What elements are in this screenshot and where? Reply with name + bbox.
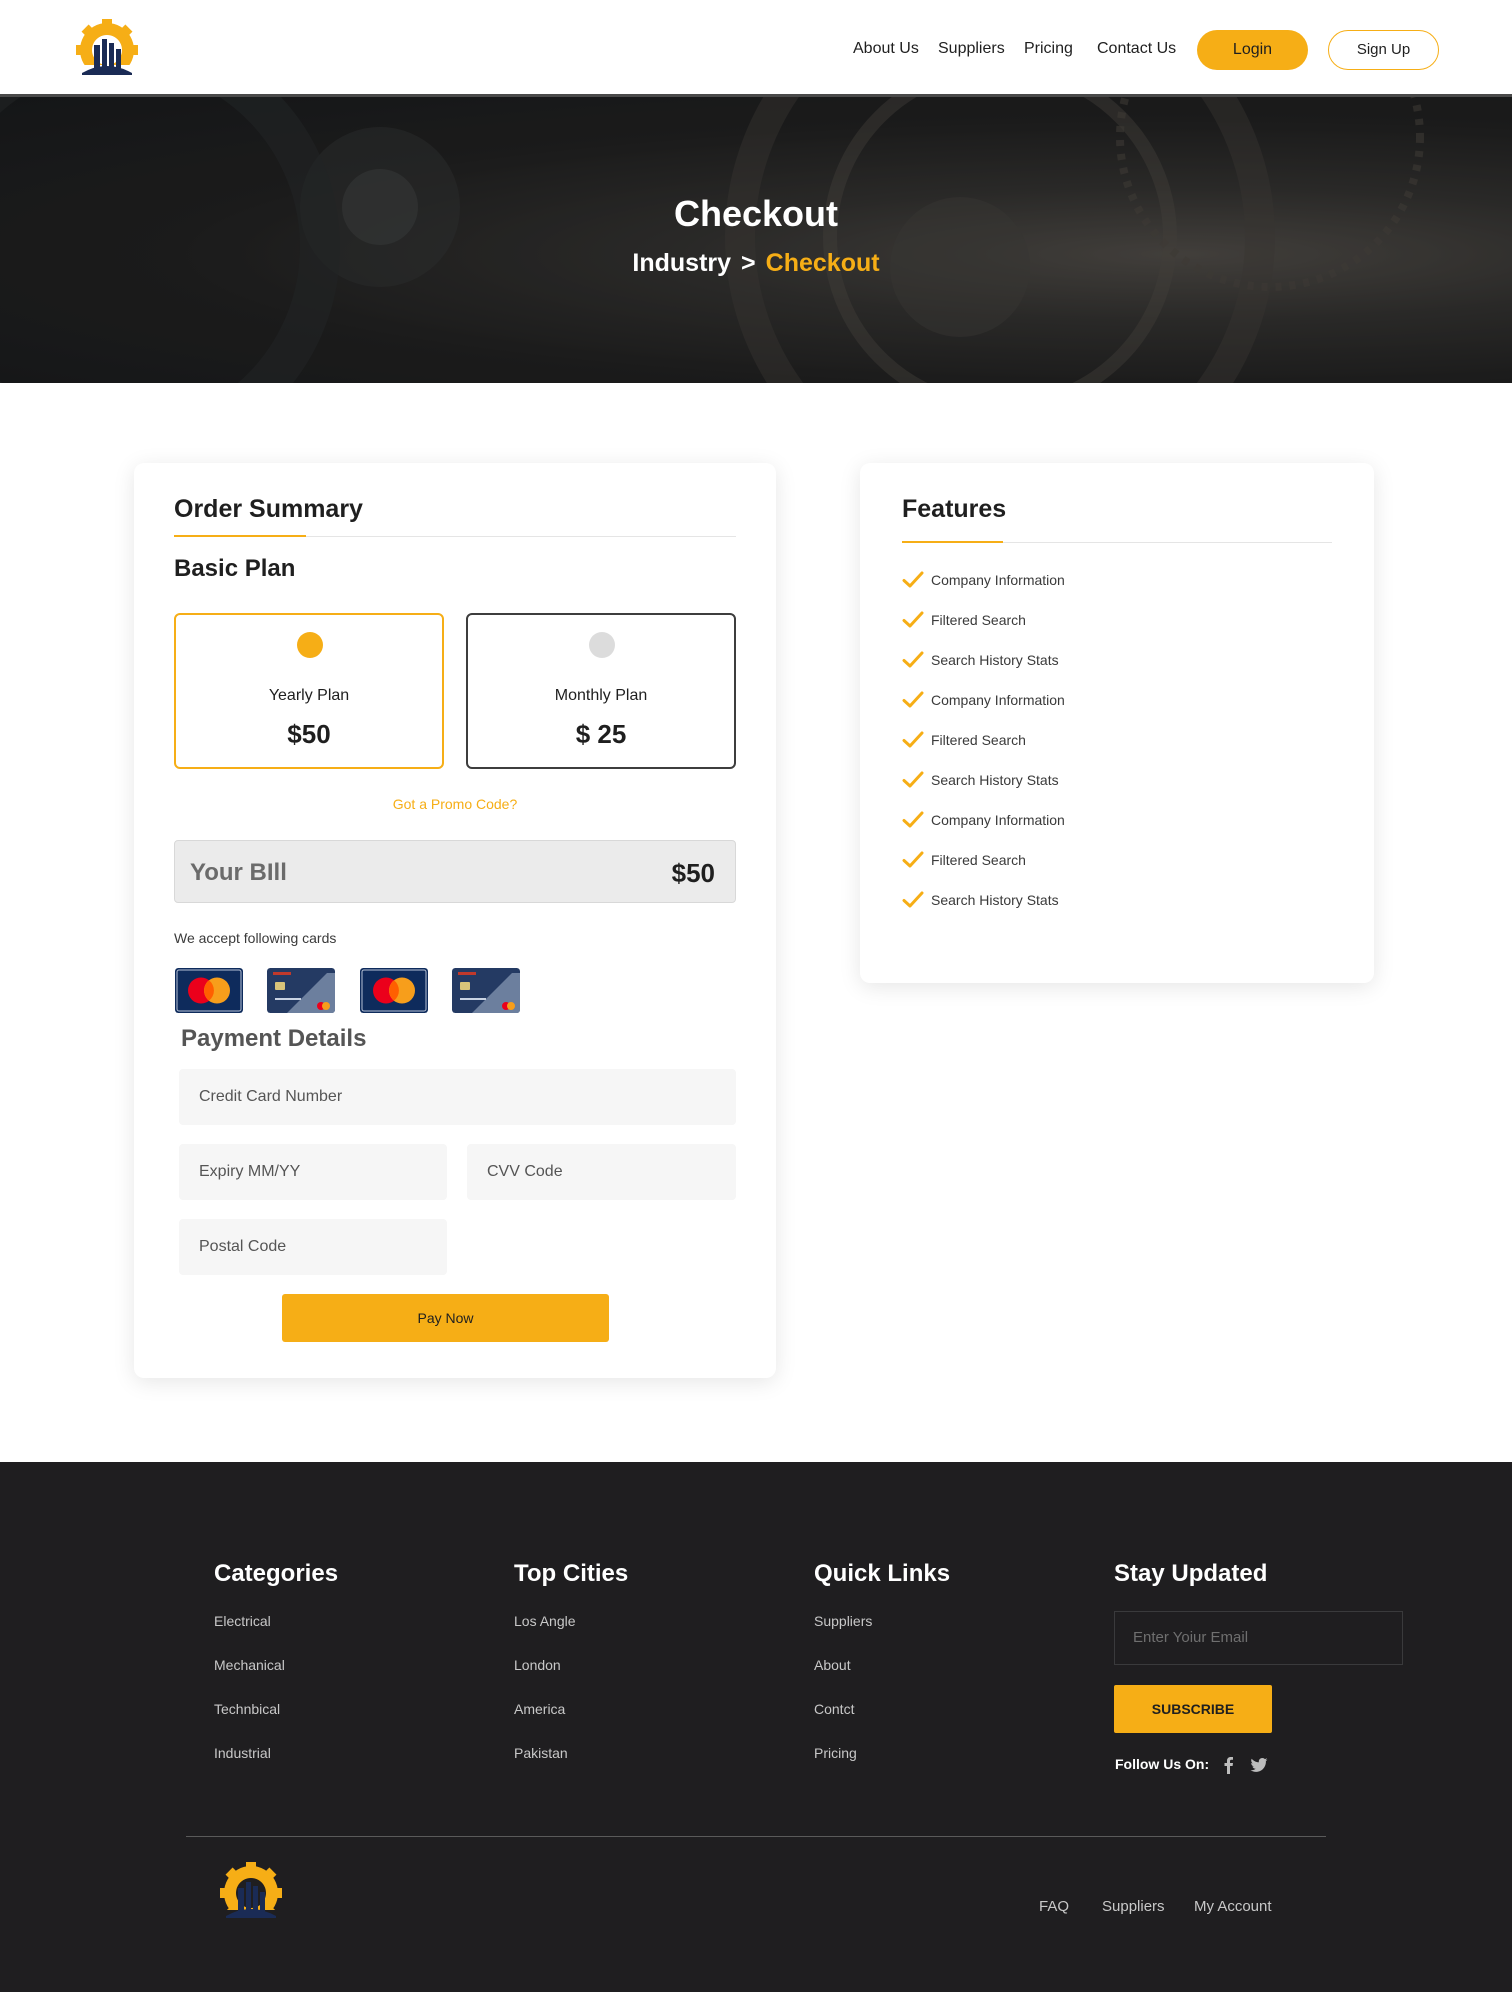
mastercard-icon	[175, 968, 243, 1013]
footer-link[interactable]: London	[514, 1657, 628, 1701]
facebook-icon[interactable]	[1220, 1756, 1238, 1774]
check-icon	[902, 731, 924, 748]
feature-label: Search History Stats	[931, 892, 1059, 908]
feature-label: Filtered Search	[931, 852, 1026, 868]
breadcrumb-separator: >	[741, 249, 756, 277]
check-icon	[902, 811, 924, 828]
newsletter-email-input[interactable]: Enter Yoiur Email	[1114, 1611, 1403, 1665]
nav-link-contact[interactable]: Contact Us	[1097, 40, 1176, 58]
footer-link[interactable]: Contct	[814, 1701, 950, 1745]
check-icon	[902, 611, 924, 628]
plan-option-monthly[interactable]: Monthly Plan $ 25	[466, 613, 736, 769]
footer-logo-icon[interactable]	[212, 1862, 290, 1924]
footer: Categories Electrical Mechanical Technbi…	[0, 1462, 1512, 1992]
page-title: Checkout	[673, 193, 839, 234]
login-button[interactable]: Login	[1197, 30, 1308, 70]
footer-heading: Top Cities	[514, 1560, 629, 1587]
promo-code-link[interactable]: Got a Promo Code?	[134, 796, 776, 812]
feature-label: Company Information	[931, 572, 1065, 588]
feature-label: Search History Stats	[931, 772, 1059, 788]
footer-link[interactable]: Electrical	[214, 1613, 338, 1657]
twitter-icon[interactable]	[1250, 1756, 1268, 1774]
subscribe-button[interactable]: SUBSCRIBE	[1114, 1685, 1272, 1733]
accepted-cards-label: We accept following cards	[174, 930, 337, 946]
check-icon	[902, 771, 924, 788]
footer-top-cities: Top Cities Los Angle London America Paki…	[514, 1560, 628, 1789]
feature-label: Search History Stats	[931, 652, 1059, 668]
pay-now-button[interactable]: Pay Now	[282, 1294, 609, 1342]
feature-label: Company Information	[931, 812, 1065, 828]
plan-heading: Basic Plan	[174, 555, 296, 582]
logo-icon[interactable]	[68, 19, 146, 81]
footer-link[interactable]: About	[814, 1657, 950, 1701]
check-icon	[902, 571, 924, 588]
footer-link[interactable]: Pakistan	[514, 1745, 628, 1789]
title-underline	[902, 541, 1003, 543]
bill-summary: Your BIll $50	[174, 840, 736, 903]
nav-link-suppliers[interactable]: Suppliers	[938, 40, 1005, 58]
feature-label: Company Information	[931, 692, 1065, 708]
plan-option-yearly[interactable]: Yearly Plan $50	[174, 613, 444, 769]
bill-label: Your BIll	[190, 859, 287, 886]
expiry-input[interactable]: Expiry MM/YY	[179, 1144, 447, 1200]
footer-link[interactable]: Suppliers	[814, 1613, 950, 1657]
footer-heading: Categories	[214, 1560, 339, 1587]
top-navbar: About Us Suppliers Pricing Contact Us Lo…	[0, 0, 1512, 97]
footer-divider	[186, 1836, 1326, 1837]
plan-price: $50	[287, 719, 331, 749]
mastercard-icon	[360, 968, 428, 1013]
postal-code-input[interactable]: Postal Code	[179, 1219, 447, 1275]
footer-heading: Quick Links	[814, 1560, 951, 1587]
plan-name: Monthly Plan	[554, 687, 648, 704]
footer-link[interactable]: America	[514, 1701, 628, 1745]
footer-link-faq[interactable]: FAQ	[1039, 1898, 1069, 1915]
features-card: Features Company Information Filtered Sea…	[860, 463, 1374, 983]
plan-name: Yearly Plan	[268, 687, 350, 704]
check-icon	[902, 651, 924, 668]
plan-price: $ 25	[575, 719, 627, 749]
features-title: Features	[902, 495, 1007, 523]
feature-label: Filtered Search	[931, 732, 1026, 748]
feature-label: Filtered Search	[931, 612, 1026, 628]
nav-link-about[interactable]: About Us	[853, 40, 919, 58]
footer-link[interactable]: Los Angle	[514, 1613, 628, 1657]
footer-link-my-account[interactable]: My Account	[1194, 1898, 1272, 1915]
footer-link[interactable]: Pricing	[814, 1745, 950, 1789]
breadcrumb: Industry > Checkout	[0, 249, 1512, 278]
bank-card-icon	[452, 968, 520, 1013]
footer-link[interactable]: Mechanical	[214, 1657, 338, 1701]
order-summary-title: Order Summary	[174, 495, 363, 523]
title-underline	[174, 535, 306, 537]
card-number-input[interactable]: Credit Card Number	[179, 1069, 736, 1125]
hero-banner: Checkout Industry > Checkout	[0, 97, 1512, 383]
bank-card-icon	[267, 968, 335, 1013]
radio-selected-icon[interactable]	[297, 632, 323, 658]
footer-stay-updated: Stay Updated	[1114, 1560, 1267, 1613]
check-icon	[902, 891, 924, 908]
footer-link-suppliers[interactable]: Suppliers	[1102, 1898, 1165, 1915]
breadcrumb-root[interactable]: Industry	[632, 249, 731, 277]
nav-link-pricing[interactable]: Pricing	[1024, 40, 1073, 58]
radio-unselected-icon[interactable]	[589, 632, 615, 658]
breadcrumb-current: Checkout	[765, 249, 880, 277]
footer-heading: Stay Updated	[1114, 1560, 1268, 1587]
footer-link[interactable]: Industrial	[214, 1745, 338, 1789]
footer-quick-links: Quick Links Suppliers About Contct Prici…	[814, 1560, 950, 1789]
order-summary-card: Order Summary Basic Plan Yearly Plan $50…	[134, 463, 776, 1378]
footer-link[interactable]: Technbical	[214, 1701, 338, 1745]
payment-details-heading: Payment Details	[181, 1025, 367, 1052]
footer-categories: Categories Electrical Mechanical Technbi…	[214, 1560, 338, 1789]
check-icon	[902, 851, 924, 868]
check-icon	[902, 691, 924, 708]
signup-button[interactable]: Sign Up	[1328, 30, 1439, 70]
gear-background-image	[0, 97, 1512, 383]
follow-us-label: Follow Us On:	[1115, 1756, 1210, 1772]
cvv-input[interactable]: CVV Code	[467, 1144, 736, 1200]
bill-amount: $50	[671, 858, 715, 888]
